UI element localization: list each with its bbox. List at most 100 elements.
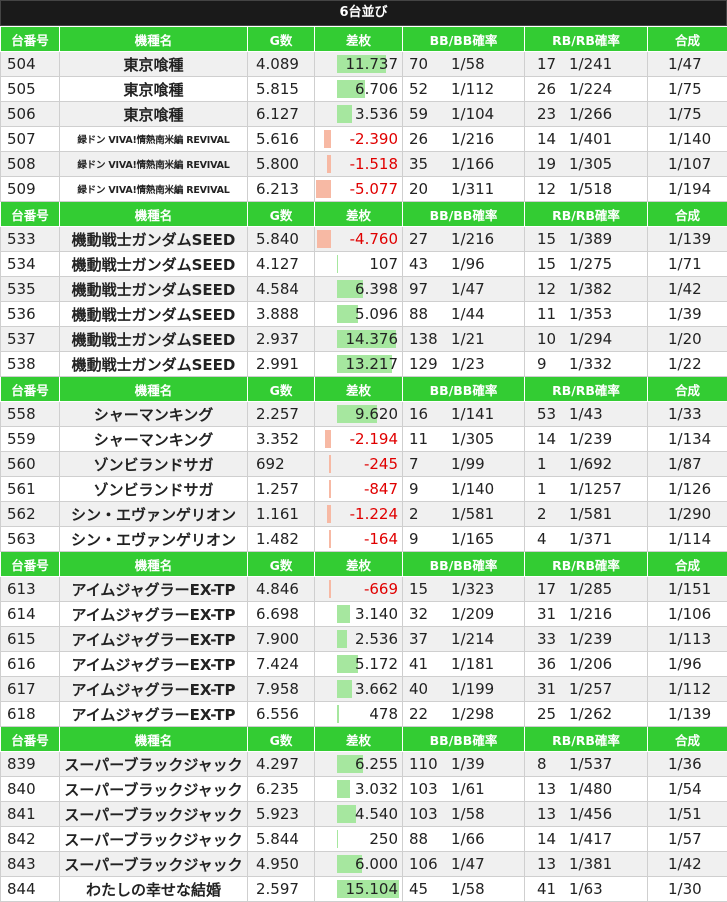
table-row[interactable]: 842スーパーブラックジャック5.844250881/66141/4171/57 [1, 827, 727, 852]
coin-diff-value: -245 [364, 455, 398, 473]
bb-count: 103 [409, 805, 451, 823]
rb-rate: 1/417 [569, 830, 612, 848]
data-table: 台番号機種名G数差枚BB/BB確率RB/RB確率合成 504東京喰種4.08911… [0, 26, 727, 902]
coin-diff-cell: 6.000 [315, 852, 403, 877]
table-row[interactable]: 558シャーマンキング2.2579.620161/141531/431/33 [1, 402, 727, 427]
table-row[interactable]: 559シャーマンキング3.352-2.194111/305141/2391/13… [1, 427, 727, 452]
rb-rate: 1/294 [569, 330, 612, 348]
rb-cell: 151/275 [525, 252, 648, 277]
coin-diff-cell: 478 [315, 702, 403, 727]
table-row[interactable]: 844わたしの幸せな結婚2.59715.104451/58411/631/30 [1, 877, 727, 902]
coin-diff-value: -1.224 [350, 505, 398, 523]
table-row[interactable]: 617アイムジャグラーEX-TP7.9583.662401/199311/257… [1, 677, 727, 702]
rb-count: 4 [537, 530, 569, 548]
rb-rate: 1/382 [569, 280, 612, 298]
bb-count: 41 [409, 655, 451, 673]
table-row[interactable]: 535機動戦士ガンダムSEED4.5846.398971/47121/3821/… [1, 277, 727, 302]
table-row[interactable]: 560ゾンビランドサガ692-24571/9911/6921/87 [1, 452, 727, 477]
table-row[interactable]: 618アイムジャグラーEX-TP6.556478221/298251/2621/… [1, 702, 727, 727]
table-row[interactable]: 616アイムジャグラーEX-TP7.4245.172411/181361/206… [1, 652, 727, 677]
table-row[interactable]: 561ゾンビランドサガ1.257-84791/14011/12571/126 [1, 477, 727, 502]
table-row[interactable]: 505東京喰種5.8156.706521/112261/2241/75 [1, 77, 727, 102]
bb-rate: 1/305 [451, 430, 494, 448]
page-title: 6台並び [0, 0, 727, 26]
combined-rate: 1/113 [648, 627, 727, 652]
table-row[interactable]: 537機動戦士ガンダムSEED2.93714.3761381/21101/294… [1, 327, 727, 352]
header-games: G数 [248, 202, 315, 227]
table-row[interactable]: 534機動戦士ガンダムSEED4.127107431/96151/2751/71 [1, 252, 727, 277]
rb-cell: 151/389 [525, 227, 648, 252]
machine-number: 534 [1, 252, 60, 277]
machine-number: 563 [1, 527, 60, 552]
rb-count: 26 [537, 80, 569, 98]
table-row[interactable]: 614アイムジャグラーEX-TP6.6983.140321/209311/216… [1, 602, 727, 627]
table-row[interactable]: 563シン・エヴァンゲリオン1.482-16491/16541/3711/114 [1, 527, 727, 552]
rb-count: 14 [537, 130, 569, 148]
table-row[interactable]: 839スーパーブラックジャック4.2976.2551101/3981/5371/… [1, 752, 727, 777]
table-row[interactable]: 508緑ドン VIVA!情熱南米編 REVIVAL5.800-1.518351/… [1, 152, 727, 177]
coin-diff-value: 6.255 [355, 755, 398, 773]
rb-rate: 1/224 [569, 80, 612, 98]
coin-diff-cell: -5.077 [315, 177, 403, 202]
bb-cell: 431/96 [403, 252, 525, 277]
rb-rate: 1/389 [569, 230, 612, 248]
machine-number: 618 [1, 702, 60, 727]
bb-cell: 881/44 [403, 302, 525, 327]
table-row[interactable]: 841スーパーブラックジャック5.9234.5401031/58131/4561… [1, 802, 727, 827]
header-diff: 差枚 [315, 202, 403, 227]
rb-count: 1 [537, 455, 569, 473]
machine-name: 機動戦士ガンダムSEED [60, 302, 248, 327]
bb-count: 59 [409, 105, 451, 123]
rb-rate: 1/581 [569, 505, 612, 523]
machine-number: 506 [1, 102, 60, 127]
table-row[interactable]: 538機動戦士ガンダムSEED2.99113.2171291/2391/3321… [1, 352, 727, 377]
coin-diff-cell: 5.096 [315, 302, 403, 327]
table-row[interactable]: 843スーパーブラックジャック4.9506.0001061/47131/3811… [1, 852, 727, 877]
table-row[interactable]: 613アイムジャグラーEX-TP4.846-669151/323171/2851… [1, 577, 727, 602]
bb-cell: 351/166 [403, 152, 525, 177]
rb-cell: 411/63 [525, 877, 648, 902]
game-count: 6.213 [248, 177, 315, 202]
header-rb: RB/RB確率 [525, 552, 648, 577]
combined-rate: 1/54 [648, 777, 727, 802]
bb-rate: 1/166 [451, 155, 494, 173]
table-row[interactable]: 509緑ドン VIVA!情熱南米編 REVIVAL6.213-5.077201/… [1, 177, 727, 202]
table-row[interactable]: 507緑ドン VIVA!情熱南米編 REVIVAL5.616-2.390261/… [1, 127, 727, 152]
coin-diff-cell: -2.390 [315, 127, 403, 152]
machine-name: ゾンビランドサガ [60, 452, 248, 477]
table-row[interactable]: 562シン・エヴァンゲリオン1.161-1.22421/58121/5811/2… [1, 502, 727, 527]
combined-rate: 1/139 [648, 702, 727, 727]
rb-rate: 1/518 [569, 180, 612, 198]
bb-cell: 221/298 [403, 702, 525, 727]
machine-number: 561 [1, 477, 60, 502]
coin-diff-bar [337, 630, 347, 648]
table-row[interactable]: 536機動戦士ガンダムSEED3.8885.096881/44111/3531/… [1, 302, 727, 327]
header-combined: 合成 [648, 27, 727, 52]
table-row[interactable]: 615アイムジャグラーEX-TP7.9002.536371/214331/239… [1, 627, 727, 652]
bb-cell: 261/216 [403, 127, 525, 152]
game-count: 3.888 [248, 302, 315, 327]
coin-diff-cell: -1.224 [315, 502, 403, 527]
game-count: 5.840 [248, 227, 315, 252]
machine-number: 560 [1, 452, 60, 477]
table-row[interactable]: 533機動戦士ガンダムSEED5.840-4.760271/216151/389… [1, 227, 727, 252]
bb-rate: 1/581 [451, 505, 494, 523]
rb-rate: 1/43 [569, 405, 603, 423]
coin-diff-cell: 3.140 [315, 602, 403, 627]
header-row: 台番号機種名G数差枚BB/BB確率RB/RB確率合成 [1, 202, 727, 227]
game-count: 7.958 [248, 677, 315, 702]
coin-diff-bar [329, 530, 331, 548]
table-row[interactable]: 504東京喰種4.08911.737701/58171/2411/47 [1, 52, 727, 77]
rb-cell: 121/382 [525, 277, 648, 302]
game-count: 1.161 [248, 502, 315, 527]
machine-name: 機動戦士ガンダムSEED [60, 352, 248, 377]
table-row[interactable]: 840スーパーブラックジャック6.2353.0321031/61131/4801… [1, 777, 727, 802]
combined-rate: 1/107 [648, 152, 727, 177]
rb-rate: 1/206 [569, 655, 612, 673]
rb-count: 53 [537, 405, 569, 423]
bb-count: 9 [409, 530, 451, 548]
game-count: 4.584 [248, 277, 315, 302]
machine-number: 508 [1, 152, 60, 177]
machine-number: 538 [1, 352, 60, 377]
table-row[interactable]: 506東京喰種6.1273.536591/104231/2661/75 [1, 102, 727, 127]
